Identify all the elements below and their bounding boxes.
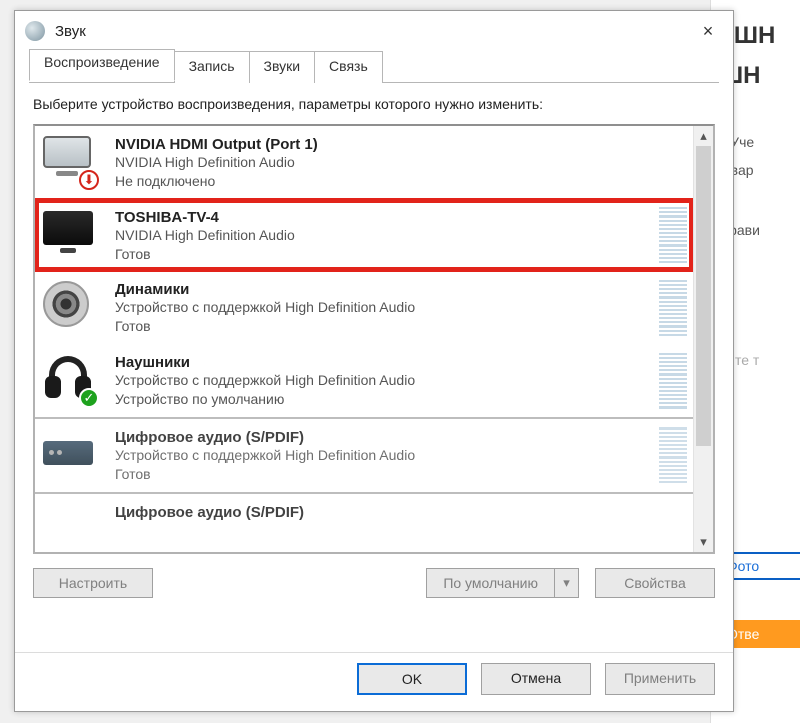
device-item[interactable]: TOSHIBA-TV-4NVIDIA High Definition Audio… — [35, 199, 693, 272]
ok-button[interactable]: OK — [357, 663, 467, 695]
tv-icon — [43, 207, 97, 261]
speaker-icon — [43, 279, 97, 333]
device-text: НаушникиУстройство с поддержкой High Def… — [115, 352, 653, 409]
device-text: NVIDIA HDMI Output (Port 1)NVIDIA High D… — [115, 134, 687, 191]
device-text: TOSHIBA-TV-4NVIDIA High Definition Audio… — [115, 207, 653, 264]
device-controller: NVIDIA High Definition Audio — [115, 226, 653, 245]
tab-communications[interactable]: Связь — [314, 51, 383, 83]
panel-buttons: Настроить По умолчанию ▾ Свойства — [33, 568, 715, 598]
level-meter — [659, 207, 687, 263]
device-status: Готов — [115, 245, 653, 264]
tabstrip: Воспроизведение Запись Звуки Связь — [15, 51, 733, 83]
sound-dialog: Звук × Воспроизведение Запись Звуки Связ… — [14, 10, 734, 712]
device-list[interactable]: ⬇NVIDIA HDMI Output (Port 1)NVIDIA High … — [35, 126, 693, 552]
device-icon — [43, 502, 97, 552]
device-status: Готов — [115, 317, 653, 336]
apply-button[interactable]: Применить — [605, 663, 715, 695]
device-name: Динамики — [115, 281, 653, 298]
set-default-split-button[interactable]: По умолчанию ▾ — [426, 568, 579, 598]
device-name: TOSHIBA-TV-4 — [115, 209, 653, 226]
level-meter — [659, 353, 687, 409]
scroll-down-button[interactable]: ▾ — [694, 532, 713, 552]
level-meter — [659, 280, 687, 336]
scroll-thumb[interactable] — [696, 146, 711, 446]
device-name: Наушники — [115, 354, 653, 371]
device-status: Не подключено — [115, 172, 687, 191]
properties-button[interactable]: Свойства — [595, 568, 715, 598]
device-item[interactable]: Цифровое аудио (S/PDIF) — [35, 492, 693, 552]
scroll-up-button[interactable]: ▴ — [694, 126, 713, 146]
sound-icon — [25, 21, 45, 41]
unplugged-icon: ⬇ — [79, 170, 99, 190]
tab-playback[interactable]: Воспроизведение — [29, 49, 175, 81]
headphones-icon: ✓ — [43, 352, 97, 406]
device-name: NVIDIA HDMI Output (Port 1) — [115, 136, 687, 153]
device-listbox: ⬇NVIDIA HDMI Output (Port 1)NVIDIA High … — [33, 124, 715, 554]
device-controller: Устройство с поддержкой High Definition … — [115, 298, 653, 317]
set-default-dropdown[interactable]: ▾ — [555, 568, 579, 598]
device-item[interactable]: ⬇ NVIDIA HDMI Output (Port 1)NVIDIA High … — [35, 126, 693, 199]
device-name: Цифровое аудио (S/PDIF) — [115, 429, 653, 446]
device-controller: NVIDIA High Definition Audio — [115, 153, 687, 172]
cancel-button[interactable]: Отмена — [481, 663, 591, 695]
instruction-text: Выберите устройство воспроизведения, пар… — [33, 95, 715, 114]
device-item[interactable]: ✓ НаушникиУстройство с поддержкой High De… — [35, 344, 693, 417]
device-text: Цифровое аудио (S/PDIF) — [115, 502, 687, 521]
dialog-buttons: OK Отмена Применить — [15, 652, 733, 711]
playback-panel: Выберите устройство воспроизведения, пар… — [15, 83, 733, 652]
device-text: ДинамикиУстройство с поддержкой High Def… — [115, 279, 653, 336]
titlebar[interactable]: Звук × — [15, 11, 733, 51]
device-status: Устройство по умолчанию — [115, 390, 653, 409]
default-check-icon: ✓ — [79, 388, 99, 408]
close-button[interactable]: × — [683, 12, 733, 50]
device-item[interactable]: Цифровое аудио (S/PDIF)Устройство с подд… — [35, 417, 693, 492]
scroll-track[interactable] — [694, 146, 713, 532]
configure-button[interactable]: Настроить — [33, 568, 153, 598]
device-status: Готов — [115, 465, 653, 484]
device-text: Цифровое аудио (S/PDIF)Устройство с подд… — [115, 427, 653, 484]
device-controller: Устройство с поддержкой High Definition … — [115, 446, 653, 465]
level-meter — [659, 427, 687, 483]
tab-sounds[interactable]: Звуки — [249, 51, 316, 83]
device-name: Цифровое аудио (S/PDIF) — [115, 504, 687, 521]
spdif-icon — [43, 427, 97, 481]
device-item[interactable]: ДинамикиУстройство с поддержкой High Def… — [35, 271, 693, 344]
set-default-button[interactable]: По умолчанию — [426, 568, 555, 598]
device-controller: Устройство с поддержкой High Definition … — [115, 371, 653, 390]
monitor-icon: ⬇ — [43, 134, 97, 188]
tab-recording[interactable]: Запись — [174, 51, 250, 83]
window-title: Звук — [55, 23, 86, 40]
scrollbar[interactable]: ▴ ▾ — [693, 126, 713, 552]
